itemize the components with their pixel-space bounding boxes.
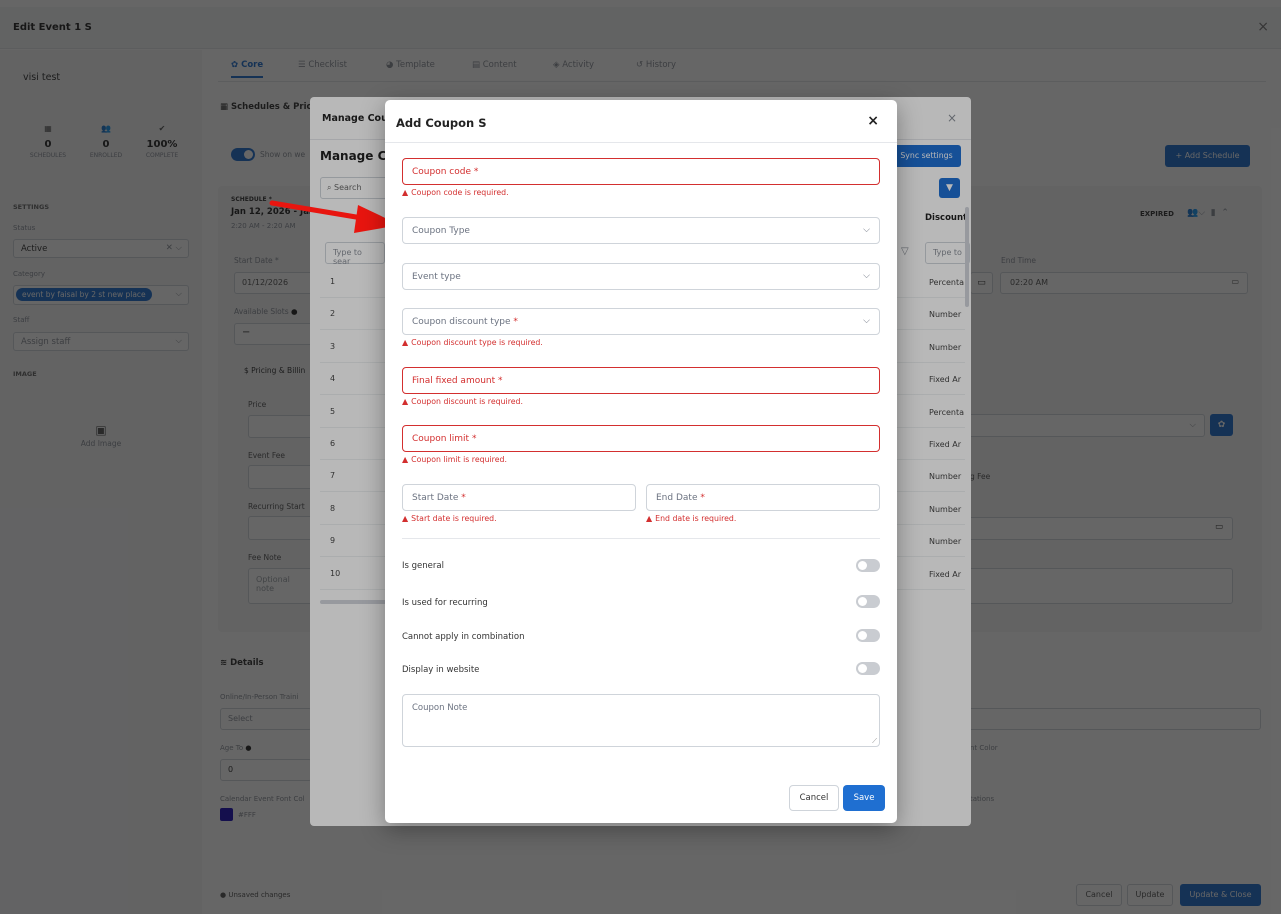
annotation-arrow [269, 200, 400, 233]
error-text: Coupon discount is required. [411, 397, 523, 406]
combination-toggle[interactable] [856, 629, 880, 642]
end-date-input[interactable]: End Date * [646, 484, 880, 511]
coupon-limit-input[interactable]: Coupon limit * [402, 425, 880, 452]
is-general-label: Is general [402, 561, 444, 571]
chevron-down-icon: ⌵ [863, 316, 870, 326]
add-coupon-modal: Add Coupon S × Coupon code * ▲ Coupon cod… [385, 100, 897, 823]
website-label: Display in website [402, 665, 480, 675]
website-toggle[interactable] [856, 662, 880, 675]
start-date-error: ▲ Start date is required. [402, 514, 497, 523]
resize-handle-icon[interactable]: ⟋ [872, 737, 877, 746]
warning-icon: ▲ [402, 514, 409, 523]
error-text: Coupon code is required. [411, 188, 509, 197]
modal-title: Add Coupon S [396, 116, 487, 130]
discount-type-label: Coupon discount type [412, 317, 511, 327]
coupon-limit-error: ▲ Coupon limit is required. [402, 455, 507, 464]
modal-close-icon[interactable]: × [867, 113, 879, 129]
end-date-error: ▲ End date is required. [646, 514, 736, 523]
end-date-label: End Date [656, 493, 698, 503]
final-amount-input[interactable]: Final fixed amount * [402, 367, 880, 394]
cancel-button[interactable]: Cancel [789, 785, 839, 811]
modal-header-divider [385, 142, 897, 143]
coupon-limit-label: Coupon limit [412, 434, 470, 444]
warning-icon: ▲ [646, 514, 653, 523]
warning-icon: ▲ [402, 397, 409, 406]
warning-icon: ▲ [402, 338, 409, 347]
is-general-toggle[interactable] [856, 559, 880, 572]
event-type-label: Event type [412, 272, 461, 282]
recurring-label: Is used for recurring [402, 598, 488, 608]
final-amount-error: ▲ Coupon discount is required. [402, 397, 523, 406]
coupon-note-textarea[interactable]: Coupon Note ⟋ [402, 694, 880, 747]
error-text: Coupon discount type is required. [411, 338, 543, 347]
coupon-code-error: ▲ Coupon code is required. [402, 188, 509, 197]
section-divider [402, 538, 880, 539]
coupon-type-label: Coupon Type [412, 226, 470, 236]
coupon-note-placeholder: Coupon Note [412, 703, 468, 713]
coupon-code-label: Coupon code [412, 167, 471, 177]
error-text: End date is required. [655, 514, 737, 523]
coupon-type-select[interactable]: Coupon Type ⌵ [402, 217, 880, 244]
error-text: Coupon limit is required. [411, 455, 507, 464]
coupon-code-input[interactable]: Coupon code * [402, 158, 880, 185]
discount-type-select[interactable]: Coupon discount type * ⌵ [402, 308, 880, 335]
final-amount-label: Final fixed amount [412, 376, 496, 386]
chevron-down-icon: ⌵ [863, 271, 870, 281]
event-type-select[interactable]: Event type ⌵ [402, 263, 880, 290]
save-button[interactable]: Save [843, 785, 885, 811]
combination-label: Cannot apply in combination [402, 632, 525, 642]
error-text: Start date is required. [411, 514, 497, 523]
chevron-down-icon: ⌵ [863, 225, 870, 235]
discount-type-error: ▲ Coupon discount type is required. [402, 338, 543, 347]
warning-icon: ▲ [402, 455, 409, 464]
start-date-input[interactable]: Start Date * [402, 484, 636, 511]
warning-icon: ▲ [402, 188, 409, 197]
recurring-toggle[interactable] [856, 595, 880, 608]
start-date-label: Start Date [412, 493, 459, 503]
